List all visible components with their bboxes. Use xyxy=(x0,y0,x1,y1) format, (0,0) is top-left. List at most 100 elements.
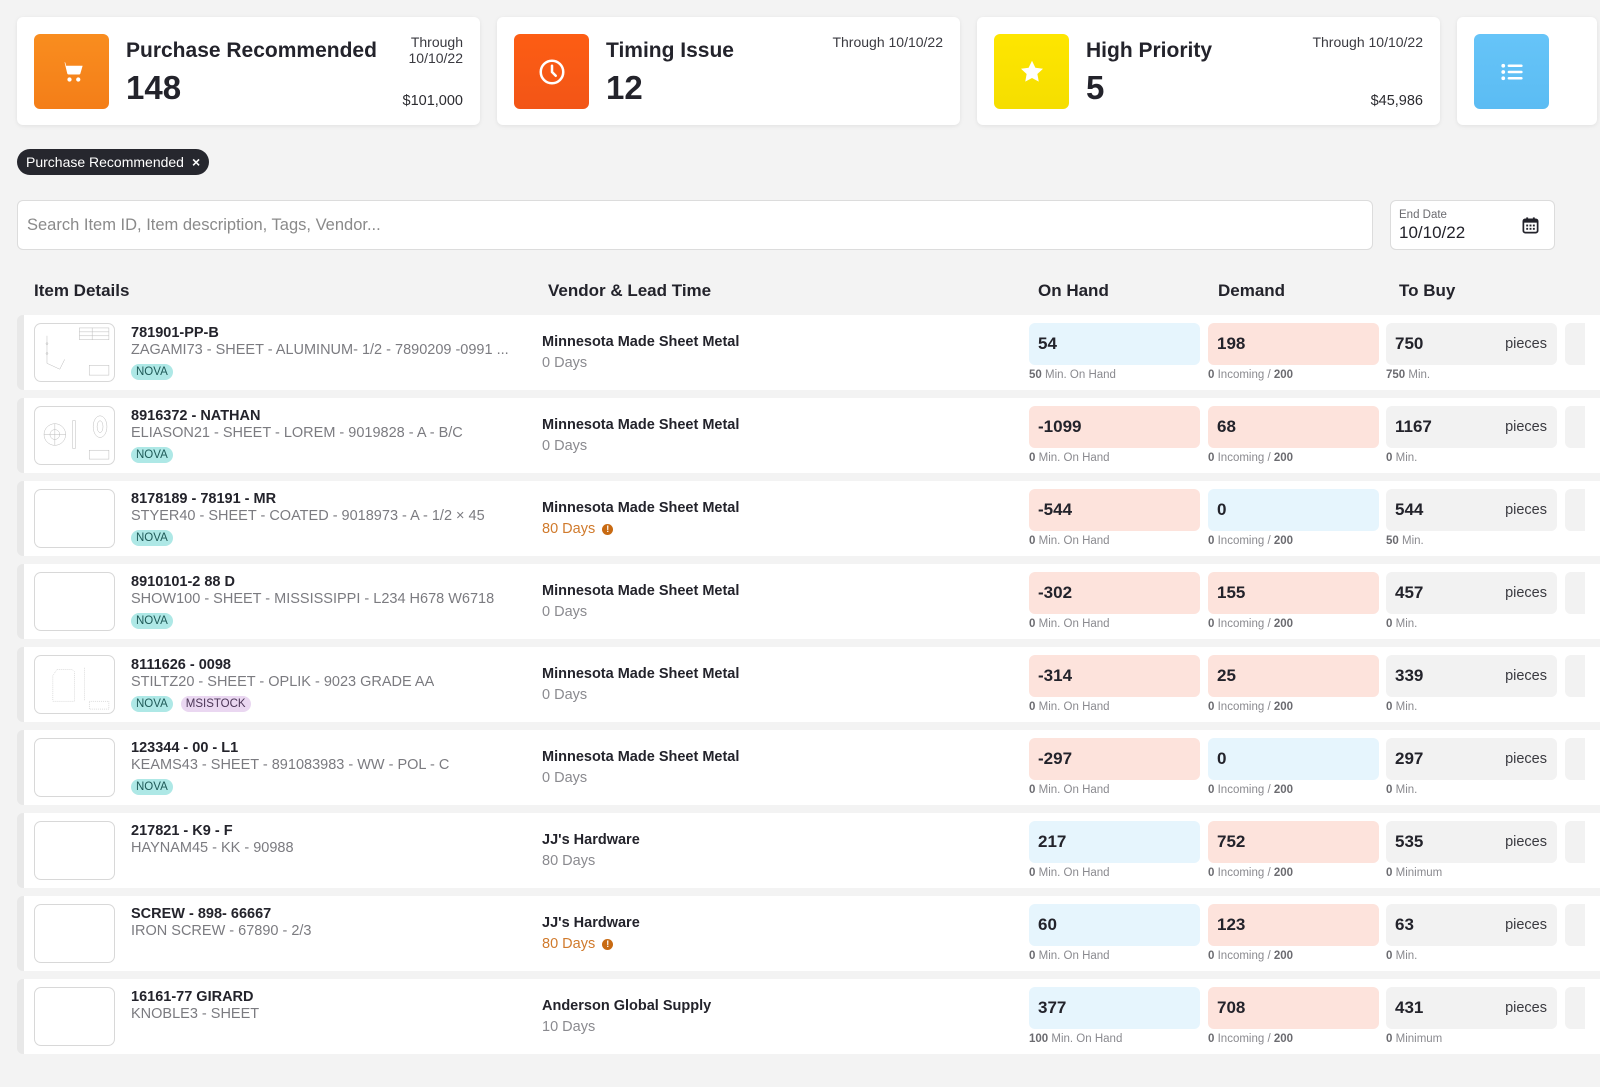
to-buy-min: 0 Min. xyxy=(1386,784,1417,796)
to-buy-min-value: 0 xyxy=(1386,950,1393,962)
card-amount: $101,000 xyxy=(402,93,463,109)
min-on-hand-value: 0 xyxy=(1029,452,1036,464)
to-buy-input[interactable]: 544 pieces xyxy=(1386,489,1557,531)
lead-time-text: 80 Days xyxy=(542,853,596,869)
to-buy-min-value: 0 xyxy=(1386,867,1393,879)
warning-icon[interactable]: ! xyxy=(602,523,614,535)
min-on-hand-label: Min. On Hand xyxy=(1038,950,1110,962)
min-on-hand-label: Min. On Hand xyxy=(1038,618,1110,630)
demand-value: 25 xyxy=(1208,655,1379,697)
min-on-hand-value: 0 xyxy=(1029,618,1036,630)
lead-time: 80 Days! xyxy=(542,521,614,537)
column-header-to-buy[interactable]: To Buy xyxy=(1399,281,1455,301)
to-buy-min-label: Min. xyxy=(1395,701,1418,713)
tag-nova[interactable]: NOVA xyxy=(131,530,173,546)
on-hand-value: -544 xyxy=(1029,489,1200,531)
to-buy-min-label: Min. xyxy=(1395,618,1418,630)
min-on-hand-label: Min. On Hand xyxy=(1038,701,1110,713)
to-buy-input[interactable]: 63 pieces xyxy=(1386,904,1557,946)
tag-nova[interactable]: NOVA xyxy=(131,613,173,629)
vendor-name: Minnesota Made Sheet Metal xyxy=(542,666,740,682)
to-buy-input[interactable]: 1167 pieces xyxy=(1386,406,1557,448)
tag-msistock[interactable]: MSISTOCK xyxy=(180,696,251,712)
lead-time-text: 0 Days xyxy=(542,687,588,703)
lead-time-text: 0 Days xyxy=(542,770,588,786)
to-buy-input[interactable]: 339 pieces xyxy=(1386,655,1557,697)
tag-nova[interactable]: NOVA xyxy=(131,447,173,463)
item-id: 16161-77 GIRARD xyxy=(131,989,254,1005)
card-count: 5 xyxy=(1086,69,1105,106)
tag-nova[interactable]: NOVA xyxy=(131,779,173,795)
column-header-vendor[interactable]: Vendor & Lead Time xyxy=(548,281,711,301)
to-buy-input[interactable]: 535 pieces xyxy=(1386,821,1557,863)
table-row[interactable]: 16161-77 GIRARD KNOBLE3 - SHEET Anderson… xyxy=(17,979,1600,1054)
to-buy-input[interactable]: 457 pieces xyxy=(1386,572,1557,614)
to-buy-min: 0 Min. xyxy=(1386,452,1417,464)
warning-icon[interactable]: ! xyxy=(602,938,614,950)
table-row[interactable]: 8910101-2 88 D SHOW100 - SHEET - MISSISS… xyxy=(17,564,1600,639)
item-id: 8916372 - NATHAN xyxy=(131,408,261,424)
filter-chip[interactable]: Purchase Recommended × xyxy=(17,149,210,175)
column-header-demand[interactable]: Demand xyxy=(1218,281,1285,301)
min-on-hand-value: 0 xyxy=(1029,867,1036,879)
table-row[interactable]: 8111626 - 0098 STILTZ20 - SHEET - OPLIK … xyxy=(17,647,1600,722)
min-on-hand: 0 Min. On Hand xyxy=(1029,701,1110,713)
vendor-name: Minnesota Made Sheet Metal xyxy=(542,500,740,516)
to-buy-min: 750 Min. xyxy=(1386,369,1430,381)
card-title: Timing Issue xyxy=(606,39,734,62)
to-buy-unit: pieces xyxy=(1505,1000,1547,1016)
item-tags: NOVA xyxy=(131,447,173,463)
card-title: Purchase Recommended xyxy=(126,39,377,62)
to-buy-input[interactable]: 750 pieces xyxy=(1386,323,1557,365)
tag-nova[interactable]: NOVA xyxy=(131,696,173,712)
calendar-icon[interactable] xyxy=(1521,216,1540,235)
incoming-label: Incoming xyxy=(1217,950,1265,962)
to-buy-input[interactable]: 297 pieces xyxy=(1386,738,1557,780)
next-column-cell xyxy=(1565,821,1585,863)
item-tags: NOVA xyxy=(131,779,173,795)
table-row[interactable]: 217821 - K9 - F HAYNAM45 - KK - 90988 JJ… xyxy=(17,813,1600,888)
star-icon xyxy=(1020,60,1043,82)
min-on-hand-value: 0 xyxy=(1029,950,1036,962)
to-buy-min-label: Min. xyxy=(1395,784,1418,796)
table-row[interactable]: SCREW - 898- 66667 IRON SCREW - 67890 - … xyxy=(17,896,1600,971)
card-list[interactable] xyxy=(1457,17,1597,125)
end-date-picker[interactable]: End Date 10/10/22 xyxy=(1390,200,1555,250)
to-buy-min-value: 750 xyxy=(1386,369,1406,381)
table-row[interactable]: 8916372 - NATHAN ELIASON21 - SHEET - LOR… xyxy=(17,398,1600,473)
on-hand-value: 377 xyxy=(1029,987,1200,1029)
incoming-label: Incoming xyxy=(1217,1033,1265,1045)
card-high-priority[interactable]: High Priority 5 Through 10/10/22 $45,986 xyxy=(977,17,1440,125)
card-through-date: Through 10/10/22 xyxy=(832,34,943,50)
to-buy-unit: pieces xyxy=(1505,502,1547,518)
card-timing-issue[interactable]: Timing Issue 12 Through 10/10/22 xyxy=(497,17,960,125)
lead-time: 0 Days xyxy=(542,770,587,786)
to-buy-input[interactable]: 431 pieces xyxy=(1386,987,1557,1029)
item-id: 8910101-2 88 D xyxy=(131,574,235,590)
card-purchase-recommended[interactable]: Purchase Recommended 148 Through 10/10/2… xyxy=(17,17,480,125)
incoming: 0 Incoming / 200 xyxy=(1208,867,1294,879)
item-id: 123344 - 00 - L1 xyxy=(131,740,239,756)
column-header-on-hand[interactable]: On Hand xyxy=(1038,281,1109,301)
search-input[interactable] xyxy=(17,200,1373,250)
on-hand-value: -302 xyxy=(1029,572,1200,614)
demand-value: 752 xyxy=(1208,821,1379,863)
table-row[interactable]: 8178189 - 78191 - MR STYER40 - SHEET - C… xyxy=(17,481,1600,556)
card-count: 12 xyxy=(606,69,643,106)
tag-nova[interactable]: NOVA xyxy=(131,364,173,380)
vendor-name: Minnesota Made Sheet Metal xyxy=(542,334,740,350)
incoming-value: 0 xyxy=(1208,618,1215,630)
incoming: 0 Incoming / 200 xyxy=(1208,701,1294,713)
to-buy-min: 0 Minimum xyxy=(1386,867,1442,879)
on-hand-value: -314 xyxy=(1029,655,1200,697)
close-icon[interactable]: × xyxy=(192,154,200,170)
demand-value: 68 xyxy=(1208,406,1379,448)
table-row[interactable]: 123344 - 00 - L1 KEAMS43 - SHEET - 89108… xyxy=(17,730,1600,805)
lead-time: 0 Days xyxy=(542,604,587,620)
item-description: KNOBLE3 - SHEET xyxy=(131,1006,260,1022)
table-row[interactable]: 781901-PP-B ZAGAMI73 - SHEET - ALUMINUM-… xyxy=(17,315,1600,390)
next-column-cell xyxy=(1565,489,1585,531)
technical-drawing-icon xyxy=(43,415,110,460)
column-header-item-details[interactable]: Item Details xyxy=(34,281,129,301)
min-on-hand-label: Min. On Hand xyxy=(1038,867,1110,879)
